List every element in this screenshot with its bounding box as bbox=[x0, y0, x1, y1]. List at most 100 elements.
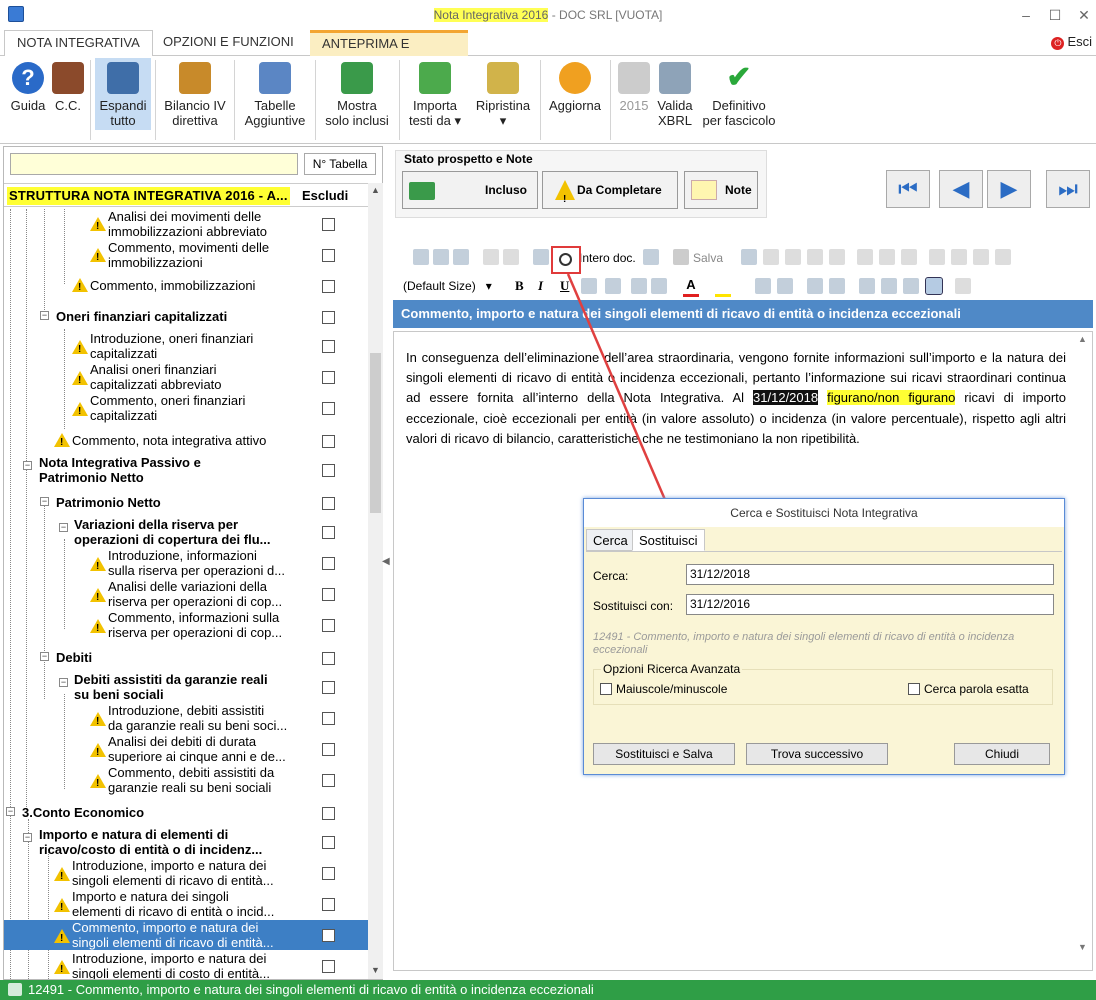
tree-node[interactable]: − Debiti bbox=[4, 648, 368, 668]
trova-successivo-button[interactable]: Trova successivo bbox=[746, 743, 888, 765]
close-button[interactable]: ✕ bbox=[1074, 6, 1094, 24]
escludi-checkbox[interactable] bbox=[322, 774, 335, 787]
numero-tabella-button[interactable]: N° Tabella bbox=[304, 153, 376, 175]
next-record-button[interactable]: ▶ bbox=[987, 170, 1031, 208]
align-right-icon[interactable] bbox=[903, 278, 919, 294]
tree-item[interactable]: Commento, debiti assistiti dagaranzie re… bbox=[4, 765, 368, 795]
tree-item[interactable]: Importo e natura dei singolielementi di … bbox=[4, 889, 368, 919]
table-op-icon[interactable] bbox=[973, 249, 989, 265]
tree-item[interactable]: Commento, oneri finanziaricapitalizzati bbox=[4, 393, 368, 423]
minimize-button[interactable]: – bbox=[1016, 6, 1036, 24]
escludi-checkbox[interactable] bbox=[322, 218, 335, 231]
escludi-checkbox[interactable] bbox=[322, 464, 335, 477]
collapse-icon[interactable]: − bbox=[6, 807, 15, 816]
spellcheck-icon[interactable] bbox=[643, 249, 659, 265]
tabelle-aggiuntive-button[interactable]: Tabelle Aggiuntive bbox=[238, 58, 312, 130]
guida-button[interactable]: ? Guida bbox=[6, 58, 50, 130]
last-record-button[interactable]: ⏭ bbox=[1046, 170, 1090, 208]
previous-record-button[interactable]: ◀ bbox=[939, 170, 983, 208]
tree-node[interactable]: −3.Conto Economico bbox=[4, 803, 368, 823]
paste-icon[interactable] bbox=[453, 249, 469, 265]
tree-item[interactable]: Commento, immobilizzazioni bbox=[4, 275, 368, 297]
tree-scrollbar[interactable]: ▲ ▼ bbox=[368, 183, 383, 979]
document-text[interactable]: In conseguenza dell’eliminazione dell’ar… bbox=[406, 348, 1066, 449]
mostra-solo-inclusi-button[interactable]: Mostra solo inclusi bbox=[320, 58, 394, 130]
tree-node[interactable]: − Variazioni della riserva per operazioni … bbox=[4, 517, 368, 547]
parola-esatta-checkbox[interactable]: Cerca parola esatta bbox=[908, 682, 1029, 696]
escludi-checkbox[interactable] bbox=[322, 311, 335, 324]
table-op-icon[interactable] bbox=[807, 249, 823, 265]
table-op-icon[interactable] bbox=[857, 249, 873, 265]
table-op-icon[interactable] bbox=[929, 249, 945, 265]
collapse-icon[interactable]: − bbox=[59, 523, 68, 532]
tree-item[interactable]: Commento, informazioni sullariserva per … bbox=[4, 610, 368, 640]
font-size-select[interactable]: (Default Size) ▾ bbox=[403, 279, 492, 293]
year-2015-button[interactable]: 2015 bbox=[614, 58, 654, 130]
maximize-button[interactable]: ☐ bbox=[1045, 6, 1065, 24]
escludi-checkbox[interactable] bbox=[322, 557, 335, 570]
table-op-icon[interactable] bbox=[995, 249, 1011, 265]
escludi-checkbox[interactable] bbox=[322, 681, 335, 694]
tree-item[interactable]: Introduzione, informazionisulla riserva … bbox=[4, 548, 368, 578]
indent-icon[interactable] bbox=[755, 278, 771, 294]
tree-item[interactable]: Commento, nota integrativa attivo bbox=[4, 429, 368, 451]
tab-nota-integrativa[interactable]: NOTA INTEGRATIVA bbox=[4, 30, 153, 57]
table-op-icon[interactable] bbox=[763, 249, 779, 265]
tab-anteprima-stampa[interactable]: ANTEPRIMA E STAMPA bbox=[310, 30, 468, 72]
escludi-checkbox[interactable] bbox=[322, 652, 335, 665]
save-icon[interactable] bbox=[673, 249, 689, 265]
align-center-icon[interactable] bbox=[881, 278, 897, 294]
redo-icon[interactable] bbox=[503, 249, 519, 265]
note-button[interactable]: Note bbox=[684, 171, 758, 209]
select-all-icon[interactable] bbox=[533, 249, 549, 265]
tree-search-input[interactable] bbox=[10, 153, 298, 175]
collapse-icon[interactable]: − bbox=[40, 652, 49, 661]
da-completare-button[interactable]: Da Completare bbox=[542, 171, 678, 218]
table-icon[interactable] bbox=[741, 249, 757, 265]
valida-xbrl-button[interactable]: Valida XBRL bbox=[654, 58, 696, 130]
bold-button[interactable]: B bbox=[515, 278, 524, 294]
definitivo-fascicolo-button[interactable]: ✔ Definitivo per fascicolo bbox=[698, 58, 780, 130]
dialog-tab-cerca[interactable]: Cerca bbox=[586, 529, 635, 551]
escludi-checkbox[interactable] bbox=[322, 280, 335, 293]
cerca-input[interactable]: 31/12/2018 bbox=[686, 564, 1054, 585]
bilancio-iv-direttiva-button[interactable]: Bilancio IV direttiva bbox=[160, 58, 230, 130]
escludi-checkbox[interactable] bbox=[322, 929, 335, 942]
tree-item[interactable]: Introduzione, importo e natura deisingol… bbox=[4, 858, 368, 888]
table-op-icon[interactable] bbox=[951, 249, 967, 265]
tree-node[interactable]: − Patrimonio Netto bbox=[4, 493, 368, 513]
align-left-icon[interactable] bbox=[859, 278, 875, 294]
tree-node[interactable]: − Nota Integrativa Passivo e Patrimonio Ne… bbox=[4, 455, 368, 485]
tree-item[interactable]: Introduzione, debiti assistitida garanzi… bbox=[4, 703, 368, 733]
tab-opzioni-funzioni[interactable]: OPZIONI E FUNZIONI bbox=[151, 30, 306, 56]
escludi-checkbox[interactable] bbox=[322, 807, 335, 820]
collapse-icon[interactable]: − bbox=[40, 497, 49, 506]
intero-doc-label[interactable]: Intero doc. bbox=[579, 251, 636, 265]
espandi-tutto-button[interactable]: Espandi tutto bbox=[95, 58, 151, 130]
escludi-checkbox[interactable] bbox=[322, 898, 335, 911]
italic-button[interactable]: I bbox=[538, 278, 543, 294]
importa-testi-button[interactable]: Importa testi da ▾ bbox=[404, 58, 466, 130]
bullets-icon[interactable] bbox=[807, 278, 823, 294]
tree-item[interactable]: Analisi dei movimenti delleimmobilizzazi… bbox=[4, 209, 368, 239]
escludi-checkbox[interactable] bbox=[322, 743, 335, 756]
tree-item[interactable]: Analisi dei debiti di duratasuperiore ai… bbox=[4, 734, 368, 764]
scroll-down-icon[interactable]: ▼ bbox=[368, 965, 383, 975]
highlight-icon[interactable] bbox=[715, 277, 731, 297]
table-op-icon[interactable] bbox=[879, 249, 895, 265]
collapse-icon[interactable]: − bbox=[59, 678, 68, 687]
scroll-thumb[interactable] bbox=[370, 353, 381, 513]
collapse-icon[interactable]: − bbox=[23, 461, 32, 470]
tree-item-selected[interactable]: Commento, importo e natura deisingoli el… bbox=[4, 920, 368, 950]
escludi-checkbox[interactable] bbox=[322, 712, 335, 725]
salva-label[interactable]: Salva bbox=[693, 251, 723, 265]
sostituisci-salva-button[interactable]: Sostituisci e Salva bbox=[593, 743, 735, 765]
first-record-button[interactable]: ⏮ bbox=[886, 170, 930, 208]
escludi-checkbox[interactable] bbox=[322, 497, 335, 510]
escludi-checkbox[interactable] bbox=[322, 402, 335, 415]
table-op-icon[interactable] bbox=[829, 249, 845, 265]
ripristina-button[interactable]: Ripristina ▾ bbox=[470, 58, 536, 130]
tree-item[interactable]: Analisi oneri finanziaricapitalizzati ab… bbox=[4, 362, 368, 392]
escludi-checkbox[interactable] bbox=[322, 435, 335, 448]
tree-item[interactable]: Commento, movimenti delleimmobilizzazion… bbox=[4, 240, 368, 270]
